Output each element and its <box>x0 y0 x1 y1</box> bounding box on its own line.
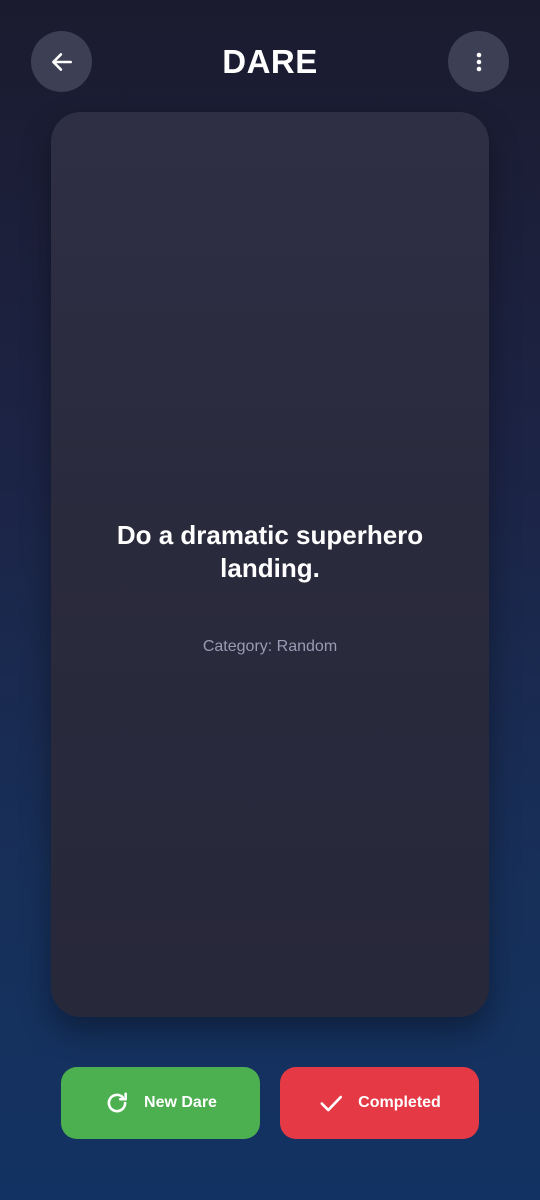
new-dare-label: New Dare <box>144 1094 217 1111</box>
category-value: Random <box>276 638 338 655</box>
category-label: Category: <box>202 638 273 655</box>
refresh-icon <box>104 1090 130 1116</box>
more-options-button[interactable] <box>448 31 509 92</box>
dare-text: Do a dramatic superhero landing. <box>116 520 424 583</box>
check-icon <box>318 1090 344 1116</box>
completed-button[interactable]: Completed <box>280 1067 479 1139</box>
app-header: DARE <box>0 0 540 122</box>
more-vertical-icon <box>467 50 491 74</box>
category-line: Category: Random <box>51 638 489 656</box>
dare-card: Do a dramatic superhero landing. Categor… <box>51 112 489 1017</box>
completed-label: Completed <box>358 1094 441 1111</box>
new-dare-button[interactable]: New Dare <box>61 1067 260 1139</box>
